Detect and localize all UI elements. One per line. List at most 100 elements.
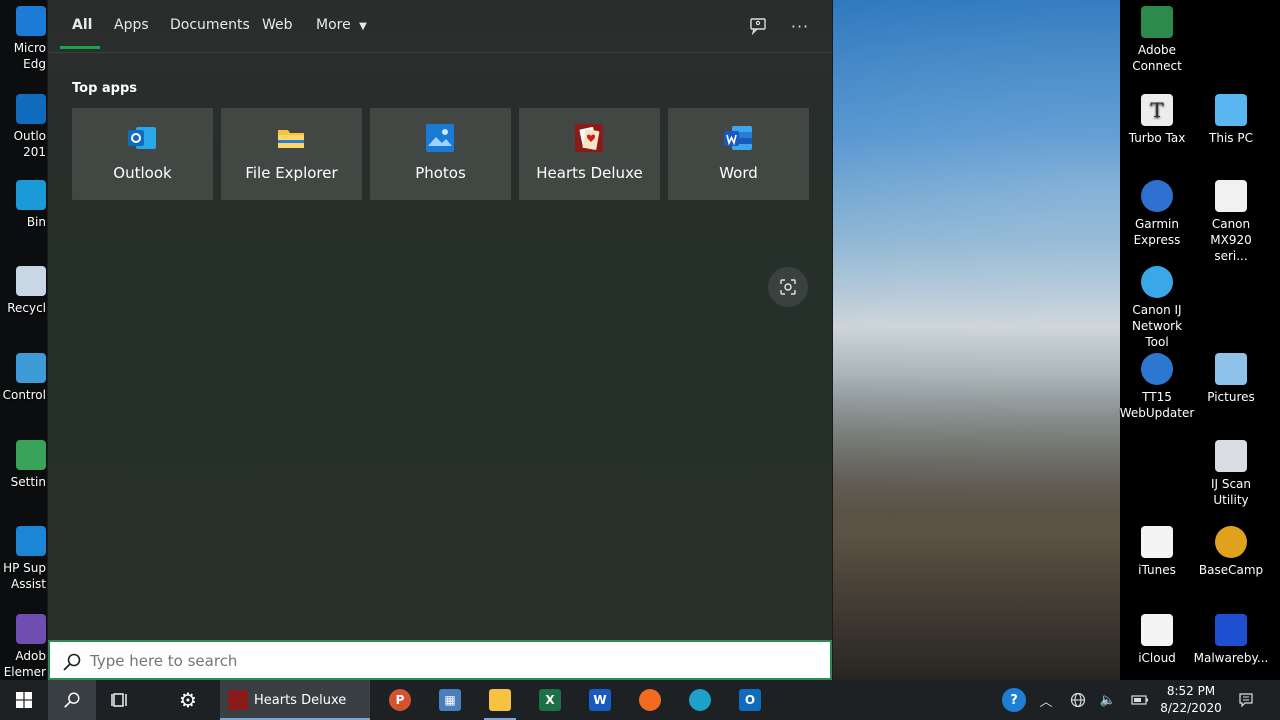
- task-view-button[interactable]: [96, 680, 144, 720]
- app-tile-photos[interactable]: Photos: [370, 108, 511, 200]
- icloud-icon: [1141, 614, 1173, 646]
- tab-more-label: More: [316, 17, 351, 33]
- desktop-icon-label: Pictures: [1207, 390, 1255, 404]
- taskbar-powerpoint[interactable]: P: [376, 680, 424, 720]
- settings-icon: [16, 440, 46, 470]
- desktop-icon-icloud[interactable]: iCloud: [1119, 614, 1195, 666]
- system-clock[interactable]: 8:52 PM 8/22/2020: [1156, 683, 1226, 717]
- battery-icon[interactable]: [1130, 690, 1150, 710]
- taskbar-file-explorer[interactable]: [476, 680, 524, 720]
- taskbar-calculator[interactable]: ▦: [426, 680, 474, 720]
- ellipsis-icon: ···: [790, 16, 810, 36]
- start-button[interactable]: [0, 680, 48, 720]
- tab-documents[interactable]: Documents: [170, 17, 250, 33]
- calculator-icon: ▦: [439, 689, 461, 711]
- app-tile-file-explorer[interactable]: File Explorer: [221, 108, 362, 200]
- taskbar-app-label: Hearts Deluxe: [254, 692, 347, 708]
- desktop-icon-label: Malwareby...: [1193, 651, 1269, 665]
- top-apps-heading: Top apps: [72, 81, 138, 96]
- desktop-icon-turbotax[interactable]: T Turbo Tax: [1119, 94, 1195, 146]
- desktop-icon-canon-printer[interactable]: Canon MX920 seri...: [1193, 180, 1269, 264]
- show-hidden-icons-chevron-icon[interactable]: ︿: [1036, 690, 1056, 710]
- help-icon[interactable]: ?: [1002, 688, 1026, 712]
- taskbar-hearts-deluxe[interactable]: Hearts Deluxe: [220, 680, 370, 720]
- desktop-icon-adobe-connect[interactable]: Adobe Connect: [1119, 6, 1195, 74]
- control-panel-icon: [16, 353, 46, 383]
- basecamp-icon: [1215, 526, 1247, 558]
- search-icon: [64, 692, 80, 708]
- desktop-icon-itunes[interactable]: iTunes: [1119, 526, 1195, 578]
- excel-icon: X: [539, 689, 561, 711]
- desktop-icon-label: Outlo 201: [13, 129, 46, 159]
- garmin-express-icon: [1141, 180, 1173, 212]
- tab-web[interactable]: Web: [262, 17, 293, 33]
- taskbar-settings[interactable]: ⚙: [164, 680, 212, 720]
- word-icon: [724, 126, 752, 150]
- search-panel: All Apps Documents Web More ▼ ··· Top ap…: [48, 0, 832, 680]
- app-tile-hearts-deluxe[interactable]: Hearts Deluxe: [519, 108, 660, 200]
- feedback-icon: [750, 18, 766, 35]
- tt15-webupdater-icon: [1141, 353, 1173, 385]
- more-options-button[interactable]: ···: [786, 12, 814, 40]
- task-view-icon: [111, 693, 127, 707]
- hearts-deluxe-icon: [575, 124, 603, 152]
- tab-all[interactable]: All: [72, 17, 92, 33]
- desktop-icon-label: IJ Scan Utility: [1210, 477, 1252, 507]
- desktop-icon-outlook[interactable]: Outlo 201: [0, 94, 46, 160]
- desktop-icon-bing[interactable]: Bin: [0, 180, 46, 230]
- desktop-icon-label: Canon MX920 seri...: [1210, 217, 1252, 263]
- search-taskbar-button[interactable]: [48, 680, 96, 720]
- file-explorer-icon: [278, 130, 304, 148]
- action-center-icon[interactable]: [1236, 690, 1256, 710]
- network-globe-icon[interactable]: [1068, 690, 1088, 710]
- adobe-connect-icon: [1141, 6, 1173, 38]
- tab-apps[interactable]: Apps: [114, 17, 149, 33]
- desktop-icon-recycle-bin[interactable]: Recycl: [0, 266, 46, 316]
- edge-icon: [689, 689, 711, 711]
- desktop-icon-label: Garmin Express: [1133, 217, 1181, 247]
- desktop-icon-label: HP Sup Assist: [3, 561, 46, 591]
- visual-search-button[interactable]: [768, 267, 808, 307]
- app-tile-label: File Explorer: [245, 164, 338, 182]
- desktop-icon-adobe-elements[interactable]: Adob Elemer: [0, 614, 46, 680]
- taskbar-edge[interactable]: [676, 680, 724, 720]
- desktop-icon-control-panel[interactable]: Control: [0, 353, 46, 403]
- desktop-icon-canon-ij-network[interactable]: Canon IJ Network Tool: [1119, 266, 1195, 350]
- photos-icon: [426, 124, 454, 152]
- desktop-icon-malwarebytes[interactable]: Malwareby...: [1193, 614, 1269, 666]
- desktop-icon-label: BaseCamp: [1198, 563, 1264, 577]
- taskbar-outlook[interactable]: O: [726, 680, 774, 720]
- search-input[interactable]: [88, 649, 792, 673]
- desktop-icon-ij-scan[interactable]: IJ Scan Utility: [1193, 440, 1269, 508]
- bing-icon: [16, 180, 46, 210]
- taskbar-excel[interactable]: X: [526, 680, 574, 720]
- app-tile-word[interactable]: Word: [668, 108, 809, 200]
- desktop-icon-garmin-express[interactable]: Garmin Express: [1119, 180, 1195, 248]
- desktop-icon-pictures[interactable]: Pictures: [1193, 353, 1269, 405]
- firefox-icon: [639, 689, 661, 711]
- recycle-bin-icon: [16, 266, 46, 296]
- gear-icon: ⚙: [179, 688, 197, 712]
- outlook-icon: O: [739, 689, 761, 711]
- tab-more[interactable]: More ▼: [316, 17, 367, 33]
- volume-icon[interactable]: 🔈: [1098, 690, 1118, 710]
- clock-time: 8:52 PM: [1166, 684, 1216, 698]
- desktop-icon-tt15-webupdater[interactable]: TT15 WebUpdater: [1119, 353, 1195, 421]
- notification-icon: [1239, 693, 1253, 708]
- desktop-icon-label: Canon IJ Network Tool: [1131, 303, 1183, 349]
- app-tile-label: Word: [719, 164, 758, 182]
- pictures-icon: [1215, 353, 1247, 385]
- desktop-icon-settings[interactable]: Settin: [0, 440, 46, 490]
- desktop-icon-label: Recycl: [7, 301, 46, 315]
- turbotax-icon: T: [1141, 94, 1173, 126]
- clock-date: 8/22/2020: [1160, 701, 1222, 715]
- app-tile-outlook[interactable]: Outlook: [72, 108, 213, 200]
- feedback-button[interactable]: [744, 12, 772, 40]
- desktop-icon-hp-support[interactable]: HP Sup Assist: [0, 526, 46, 592]
- search-box[interactable]: [48, 640, 832, 680]
- desktop-icon-this-pc[interactable]: This PC: [1193, 94, 1269, 146]
- taskbar-firefox[interactable]: [626, 680, 674, 720]
- taskbar-word[interactable]: W: [576, 680, 624, 720]
- desktop-icon-basecamp[interactable]: BaseCamp: [1193, 526, 1269, 578]
- desktop-icon-edge[interactable]: Micro Edg: [0, 6, 46, 72]
